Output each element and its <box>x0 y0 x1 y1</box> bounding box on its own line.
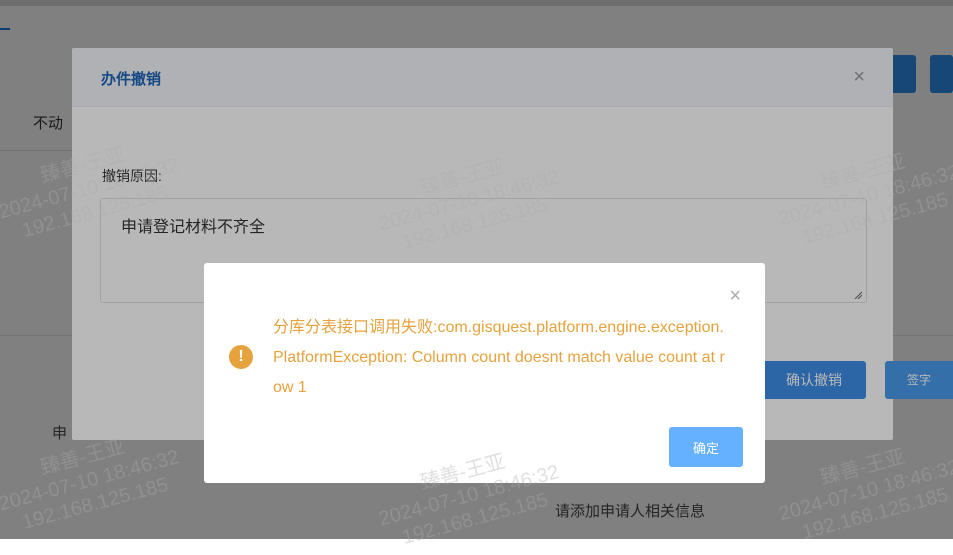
close-icon[interactable]: × <box>729 285 741 308</box>
error-message: 分库分表接口调用失败:com.gisquest.platform.engine.… <box>273 319 725 396</box>
warning-icon: ! <box>229 345 253 369</box>
error-alert-dialog: × ! 分库分表接口调用失败:com.gisquest.platform.eng… <box>204 263 765 483</box>
ok-button[interactable]: 确定 <box>669 427 743 467</box>
